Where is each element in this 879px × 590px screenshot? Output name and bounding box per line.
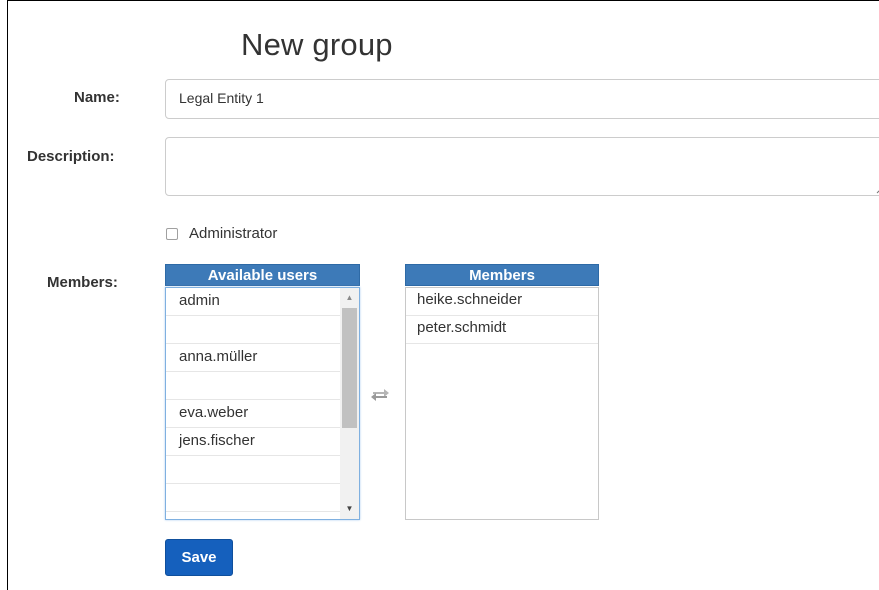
- members-list[interactable]: heike.schneider peter.schmidt: [405, 287, 599, 520]
- list-item[interactable]: peter.schmidt: [406, 316, 598, 344]
- window-frame: New group Name: Legal Entity 1 Descripti…: [7, 0, 879, 590]
- available-users-list[interactable]: admin anna.müller eva.weber jens.fischer…: [165, 287, 360, 520]
- save-button[interactable]: Save: [165, 539, 233, 576]
- members-label: Members:: [47, 274, 118, 291]
- name-input[interactable]: Legal Entity 1: [165, 79, 879, 119]
- resize-grip-icon[interactable]: [875, 182, 879, 194]
- list-item[interactable]: [166, 372, 359, 400]
- name-label: Name:: [74, 89, 120, 106]
- list-item[interactable]: anna.müller: [166, 344, 359, 372]
- page-title: New group: [241, 27, 393, 62]
- scroll-up-arrow-icon[interactable]: ▲: [340, 290, 359, 306]
- list-item[interactable]: eva.weber: [166, 400, 359, 428]
- administrator-checkbox[interactable]: [166, 228, 178, 240]
- list-item[interactable]: [166, 316, 359, 344]
- list-item[interactable]: [166, 484, 359, 512]
- swap-arrows-icon[interactable]: [369, 385, 391, 403]
- members-header: Members: [405, 264, 599, 286]
- scroll-thumb[interactable]: [342, 308, 357, 428]
- available-users-scrollbar[interactable]: ▲ ▼: [340, 288, 359, 519]
- available-users-header: Available users: [165, 264, 360, 286]
- list-item[interactable]: admin: [166, 288, 359, 316]
- scroll-down-arrow-icon[interactable]: ▼: [340, 501, 359, 517]
- list-item[interactable]: jens.fischer: [166, 428, 359, 456]
- list-item[interactable]: [166, 456, 359, 484]
- name-input-value: Legal Entity 1: [179, 90, 264, 106]
- list-item[interactable]: heike.schneider: [406, 288, 598, 316]
- administrator-label: Administrator: [189, 225, 278, 242]
- description-textarea[interactable]: [165, 137, 879, 196]
- description-label: Description:: [27, 148, 115, 165]
